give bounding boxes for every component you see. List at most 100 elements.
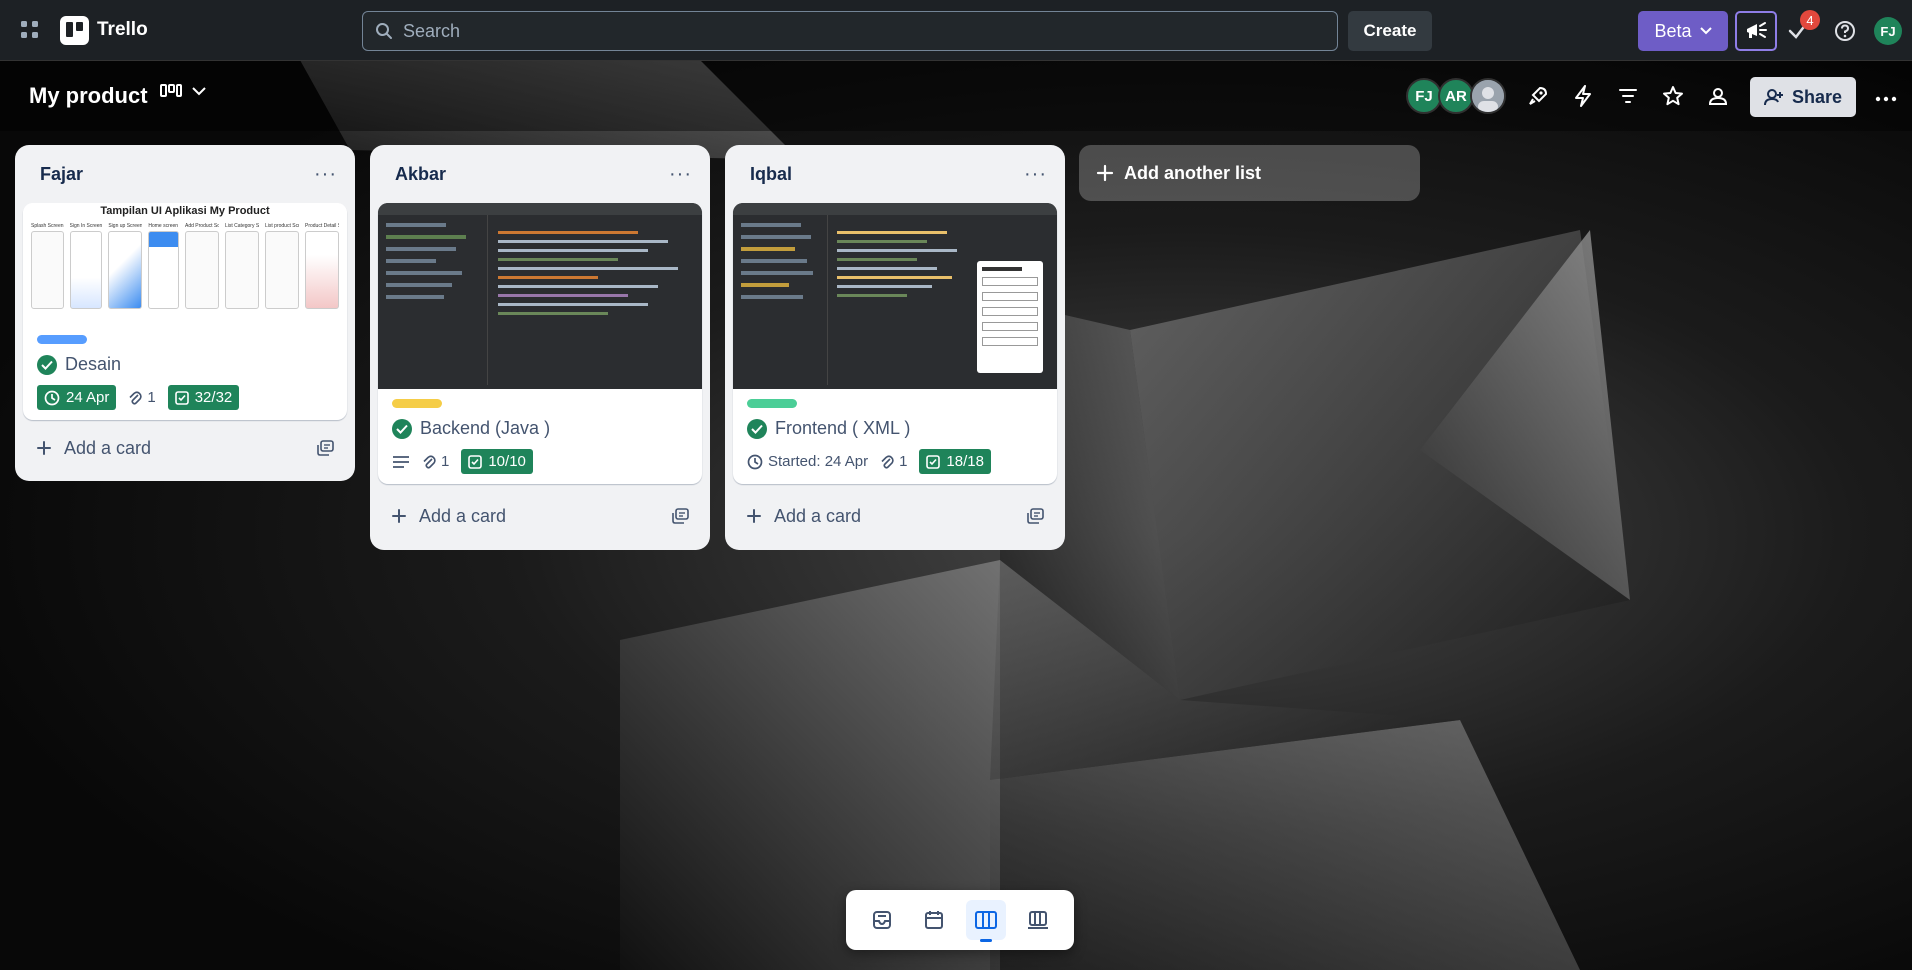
- list-iqbal: Iqbal ··· Frontend (XML) Started: 24 A…: [725, 145, 1065, 550]
- start-date-badge[interactable]: Started: 24 Apr: [747, 453, 868, 470]
- card-label[interactable]: [392, 399, 442, 408]
- cover-screen-caption: Sign up Screen: [108, 223, 143, 229]
- card-frontend[interactable]: Frontend ( XML ) Started: 24 Apr 1 18/18: [733, 203, 1057, 484]
- cover-screen-caption: Sign In Screen: [69, 223, 103, 229]
- board-columns-icon: [975, 911, 997, 929]
- board-view-switcher[interactable]: [160, 83, 206, 99]
- attachments-badge: 1: [880, 453, 907, 470]
- checklist-count: 32/32: [194, 389, 233, 406]
- complete-check-icon[interactable]: [392, 418, 412, 439]
- member-avatar-photo[interactable]: [1470, 78, 1506, 114]
- create-from-template-icon[interactable]: [1027, 508, 1045, 524]
- card-cover-image: [733, 203, 1057, 389]
- create-from-template-icon[interactable]: [672, 508, 690, 524]
- clock-icon: [747, 454, 763, 469]
- add-card-button[interactable]: Add a card: [36, 438, 151, 459]
- member-avatar[interactable]: AR: [1438, 78, 1474, 114]
- card-label[interactable]: [37, 335, 87, 344]
- list-menu-icon[interactable]: ···: [669, 163, 692, 186]
- switch-boards-button[interactable]: [1018, 900, 1058, 940]
- board-actions: [1522, 78, 1734, 114]
- cover-screen: Add Product Screen: [185, 223, 219, 309]
- filter-button[interactable]: [1612, 78, 1644, 114]
- help-button[interactable]: [1829, 15, 1861, 47]
- list-fajar: Fajar ··· Tampilan UI Aplikasi My Produc…: [15, 145, 355, 481]
- add-card-label: Add a card: [419, 505, 507, 526]
- announcement-button[interactable]: [1735, 11, 1777, 51]
- card-label[interactable]: [747, 399, 797, 408]
- star-board-button[interactable]: [1657, 78, 1689, 114]
- star-icon: [1663, 86, 1683, 106]
- card-desain[interactable]: Tampilan UI Aplikasi My Product Splash S…: [23, 203, 347, 420]
- cover-screen-caption: Splash Screen: [31, 223, 64, 229]
- complete-check-icon[interactable]: [37, 354, 57, 375]
- megaphone-icon: [1747, 22, 1767, 38]
- cover-screen: Sign In Screen: [69, 223, 103, 309]
- add-card-label: Add a card: [774, 505, 862, 526]
- add-card-button[interactable]: Add a card: [391, 506, 506, 527]
- complete-check-icon[interactable]: [747, 418, 767, 439]
- trello-home-link[interactable]: Trello: [60, 15, 148, 45]
- card-title: Frontend ( XML ): [775, 418, 911, 438]
- add-another-list-button[interactable]: Add another list: [1079, 145, 1420, 201]
- search-box[interactable]: [362, 11, 1338, 51]
- paperclip-icon: [129, 390, 143, 405]
- attachments-count: 1: [899, 453, 908, 470]
- paperclip-icon: [423, 454, 436, 469]
- account-avatar[interactable]: FJ: [1874, 17, 1902, 45]
- inbox-view-button[interactable]: [862, 900, 902, 940]
- board-view-button[interactable]: [966, 900, 1006, 942]
- power-ups-button[interactable]: [1522, 78, 1554, 114]
- list-menu-icon[interactable]: ···: [1024, 163, 1047, 186]
- due-date-badge[interactable]: 24 Apr: [37, 385, 117, 410]
- cover-screen: Sign up Screen: [108, 223, 143, 309]
- inbox-icon: [873, 911, 891, 929]
- board-view-icon: [160, 84, 182, 97]
- planner-view-button[interactable]: [914, 900, 954, 940]
- cover-screen-caption: List Category Screen: [225, 223, 259, 229]
- search-input[interactable]: [403, 20, 1303, 42]
- lightning-icon: [1575, 85, 1591, 107]
- checklist-badge: 10/10: [461, 449, 533, 474]
- more-horizontal-icon: [1875, 96, 1897, 102]
- add-card-button[interactable]: Add a card: [746, 506, 861, 527]
- plus-icon: [392, 509, 406, 523]
- top-navigation-bar: Trello Create Beta 4 FJ: [0, 0, 1912, 61]
- checklist-badge: 18/18: [919, 449, 991, 474]
- trello-logo-icon: [60, 15, 89, 45]
- beta-button[interactable]: Beta: [1638, 11, 1728, 51]
- cover-screens: Splash Screen Sign In Screen Sign up Scr…: [23, 217, 347, 309]
- add-another-list-label: Add another list: [1124, 162, 1262, 183]
- list-menu-icon[interactable]: ···: [314, 163, 337, 186]
- notifications-button[interactable]: 4: [1782, 10, 1820, 47]
- due-date-text: 24 Apr: [66, 389, 110, 406]
- cover-screen: Product Detail Screen: [305, 223, 339, 309]
- card-backend[interactable]: Backend (Java ) 1 10/10: [378, 203, 702, 484]
- checklist-count: 10/10: [488, 453, 526, 470]
- share-button[interactable]: Share: [1750, 77, 1856, 117]
- visibility-button[interactable]: [1702, 78, 1734, 114]
- automation-button[interactable]: [1567, 78, 1599, 114]
- beta-label: Beta: [1654, 20, 1692, 41]
- plus-icon: [37, 441, 51, 455]
- app-switcher-icon[interactable]: [14, 14, 46, 46]
- board-header: My product FJ AR Share: [0, 61, 1912, 131]
- description-icon: [393, 455, 409, 468]
- create-from-template-icon[interactable]: [317, 440, 335, 456]
- filter-icon: [1619, 89, 1637, 103]
- list-akbar: Akbar ··· Backend (Java) 1 10/10 Add a …: [370, 145, 710, 550]
- member-avatar[interactable]: FJ: [1406, 78, 1442, 114]
- card-title: Backend (Java ): [420, 418, 551, 438]
- board-members: FJ AR: [1406, 78, 1506, 114]
- list-title[interactable]: Fajar: [40, 164, 83, 185]
- board-menu-button[interactable]: [1870, 83, 1902, 115]
- list-title[interactable]: Iqbal: [750, 164, 792, 185]
- attachments-count: 1: [147, 389, 156, 406]
- list-title[interactable]: Akbar: [395, 164, 446, 185]
- start-date-text: Started: 24 Apr: [768, 453, 869, 470]
- board-title[interactable]: My product: [29, 83, 148, 109]
- cover-screen: Splash Screen: [31, 223, 64, 309]
- checklist-icon: [174, 390, 189, 405]
- create-button[interactable]: Create: [1348, 11, 1432, 51]
- checklist-badge: 32/32: [167, 385, 240, 410]
